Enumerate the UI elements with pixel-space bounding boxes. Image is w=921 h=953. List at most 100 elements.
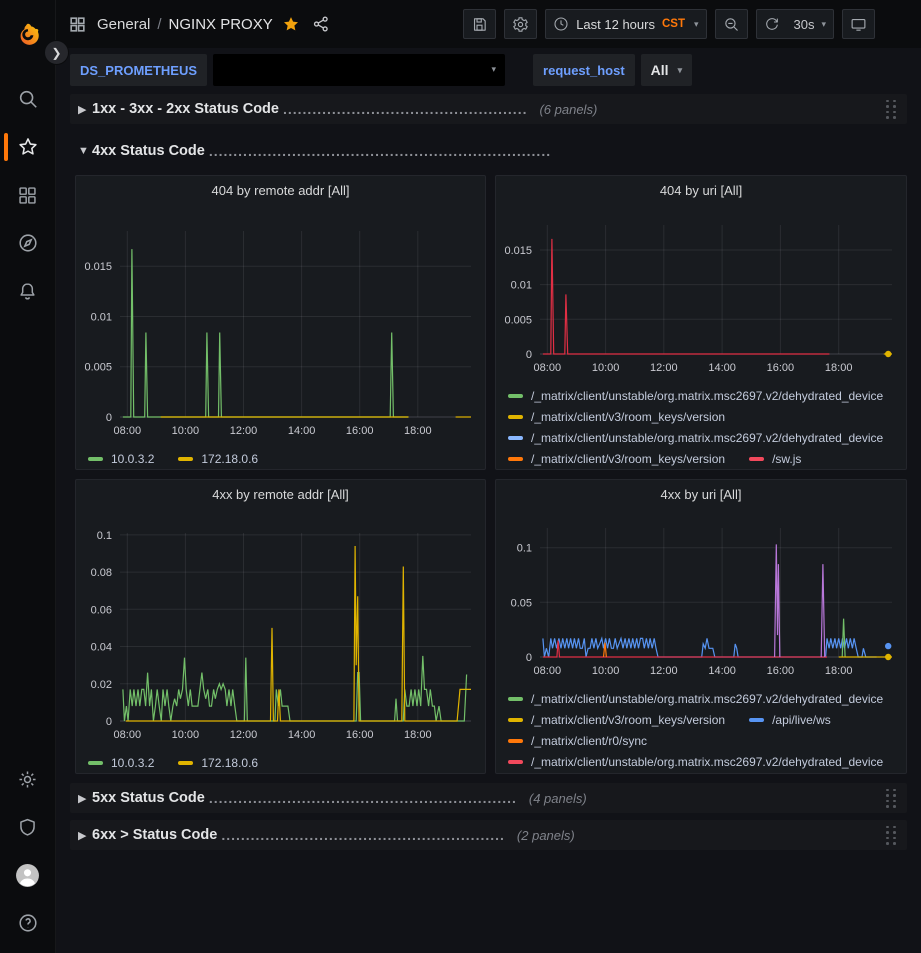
explore-compass-icon[interactable] [0, 219, 56, 267]
legend-item[interactable]: /_matrix/client/v3/room_keys/version [508, 713, 725, 727]
row-5xx[interactable]: ▶ 5xx Status Code ......................… [70, 783, 907, 813]
time-range-picker[interactable]: Last 12 hours CST ▾ [545, 9, 706, 39]
share-icon[interactable] [312, 15, 330, 33]
svg-text:16:00: 16:00 [767, 362, 795, 374]
chart-canvas[interactable]: 08:0010:0012:0014:0016:0018:0000.050.1 [496, 510, 904, 684]
svg-text:08:00: 08:00 [114, 729, 142, 741]
row-title: 5xx Status Code [92, 790, 205, 806]
user-avatar[interactable] [0, 851, 56, 899]
breadcrumb-separator: / [157, 16, 161, 33]
panel-legend: /_matrix/client/unstable/org.matrix.msc2… [496, 381, 906, 469]
svg-text:0.015: 0.015 [84, 261, 112, 273]
legend-item[interactable]: /_matrix/client/unstable/org.matrix.msc2… [508, 692, 883, 706]
legend-swatch [88, 761, 103, 765]
panel-4xx-by-remote-addr: 4xx by remote addr [All] 08:0010:0012:00… [75, 479, 486, 774]
refresh-interval-dropdown[interactable]: 30s ▾ [787, 9, 835, 39]
search-icon[interactable] [0, 75, 56, 123]
legend-item[interactable]: /sw.js [749, 452, 801, 466]
refresh-group: 30s ▾ [756, 9, 835, 39]
svg-text:0.02: 0.02 [91, 679, 112, 691]
legend-item[interactable]: /api/live/ws [749, 713, 831, 727]
chart-canvas[interactable]: 08:0010:0012:0014:0016:0018:0000.020.040… [76, 510, 483, 748]
legend-item[interactable]: 10.0.3.2 [88, 452, 154, 466]
alerting-bell-icon[interactable] [0, 267, 56, 315]
legend-item[interactable]: /_matrix/client/unstable/org.matrix.msc2… [508, 431, 883, 445]
settings-gear-icon[interactable] [0, 755, 56, 803]
svg-text:08:00: 08:00 [534, 665, 562, 677]
chevron-down-icon: ▾ [678, 65, 683, 76]
row-title: 1xx - 3xx - 2xx Status Code [92, 101, 279, 117]
row-1xx-3xx-2xx[interactable]: ▶ 1xx - 3xx - 2xx Status Code ..........… [70, 94, 907, 124]
panel-title[interactable]: 404 by uri [All] [496, 176, 906, 206]
chart-canvas[interactable]: 08:0010:0012:0014:0016:0018:0000.0050.01… [496, 206, 904, 381]
request-host-value: All [651, 62, 669, 78]
variable-label-ds-prometheus[interactable]: DS_PROMETHEUS [70, 54, 207, 86]
save-dashboard-button[interactable] [463, 9, 496, 39]
legend-item[interactable]: /_matrix/client/unstable/org.matrix.msc2… [508, 755, 883, 769]
dashboards-icon[interactable] [0, 171, 56, 219]
svg-text:0.08: 0.08 [91, 567, 112, 579]
row-drag-handle[interactable] [880, 98, 903, 121]
breadcrumb-folder[interactable]: General [97, 16, 150, 33]
panel-title[interactable]: 404 by remote addr [All] [76, 176, 485, 206]
datasource-select-redacted[interactable]: ▾ [213, 54, 505, 86]
svg-text:14:00: 14:00 [288, 425, 316, 437]
breadcrumb: General / NGINX PROXY [97, 16, 273, 33]
row-6xx[interactable]: ▶ 6xx > Status Code ....................… [70, 820, 907, 850]
row-drag-handle[interactable] [880, 787, 903, 810]
variable-label-request-host[interactable]: request_host [533, 54, 635, 86]
legend-item[interactable]: 172.18.0.6 [178, 756, 258, 770]
legend-row: /_matrix/client/unstable/org.matrix.msc2… [508, 385, 906, 406]
clock-icon [553, 16, 569, 32]
panel-4xx-by-uri: 4xx by uri [All] 08:0010:0012:0014:0016:… [495, 479, 907, 774]
row-4xx[interactable]: ▼ 4xx Status Code ......................… [70, 136, 907, 166]
legend-item[interactable]: /_matrix/client/v3/room_keys/version [508, 410, 725, 424]
legend-item[interactable]: 172.18.0.6 [178, 452, 258, 466]
svg-text:0.005: 0.005 [84, 362, 112, 374]
row-drag-handle[interactable] [880, 824, 903, 847]
tv-mode-button[interactable] [842, 9, 875, 39]
legend-swatch [508, 457, 523, 461]
svg-text:12:00: 12:00 [650, 665, 678, 677]
legend-item[interactable]: 10.0.3.2 [88, 756, 154, 770]
dashboard-settings-button[interactable] [504, 9, 537, 39]
sidebar-expand-button[interactable]: ❯ [44, 40, 69, 65]
legend-swatch [508, 394, 523, 398]
timezone-badge: CST [662, 18, 685, 30]
chevron-right-icon: ▶ [78, 792, 92, 805]
svg-text:16:00: 16:00 [767, 665, 795, 677]
legend-item[interactable]: /_matrix/client/r0/sync [508, 734, 647, 748]
svg-text:16:00: 16:00 [346, 425, 374, 437]
svg-text:0.1: 0.1 [97, 530, 112, 542]
legend-swatch [749, 457, 764, 461]
svg-text:10:00: 10:00 [592, 362, 620, 374]
starred-dashboards-icon[interactable] [0, 123, 56, 171]
chart-canvas[interactable]: 08:0010:0012:0014:0016:0018:0000.0050.01… [76, 206, 483, 444]
chevron-down-icon: ▼ [78, 145, 92, 157]
help-icon[interactable] [0, 899, 56, 947]
favorite-star-icon[interactable] [282, 15, 300, 33]
legend-item[interactable]: /_matrix/client/v3/room_keys/version [508, 452, 725, 466]
row-panel-count: (6 panels) [539, 102, 597, 117]
row-panel-count: (4 panels) [529, 791, 587, 806]
svg-text:0: 0 [106, 716, 112, 728]
svg-text:08:00: 08:00 [534, 362, 562, 374]
refresh-button[interactable] [756, 9, 787, 39]
svg-text:10:00: 10:00 [172, 425, 200, 437]
server-admin-shield-icon[interactable] [0, 803, 56, 851]
svg-text:14:00: 14:00 [708, 665, 736, 677]
request-host-value-dropdown[interactable]: All ▾ [641, 54, 692, 86]
legend-swatch [508, 415, 523, 419]
chevron-right-icon: ▶ [78, 829, 92, 842]
chevron-right-icon: ▶ [78, 103, 92, 116]
legend-item[interactable]: /_matrix/client/unstable/org.matrix.msc2… [508, 389, 883, 403]
svg-text:10:00: 10:00 [172, 729, 200, 741]
chevron-down-icon: ▾ [492, 64, 497, 75]
panel-404-by-uri: 404 by uri [All] 08:0010:0012:0014:0016:… [495, 175, 907, 470]
chevron-down-icon: ▾ [821, 19, 826, 30]
kebab-menu-icon[interactable] [881, 9, 911, 39]
panel-title[interactable]: 4xx by remote addr [All] [76, 480, 485, 510]
panel-title[interactable]: 4xx by uri [All] [496, 480, 906, 510]
svg-text:18:00: 18:00 [825, 665, 853, 677]
zoom-out-button[interactable] [715, 9, 748, 39]
